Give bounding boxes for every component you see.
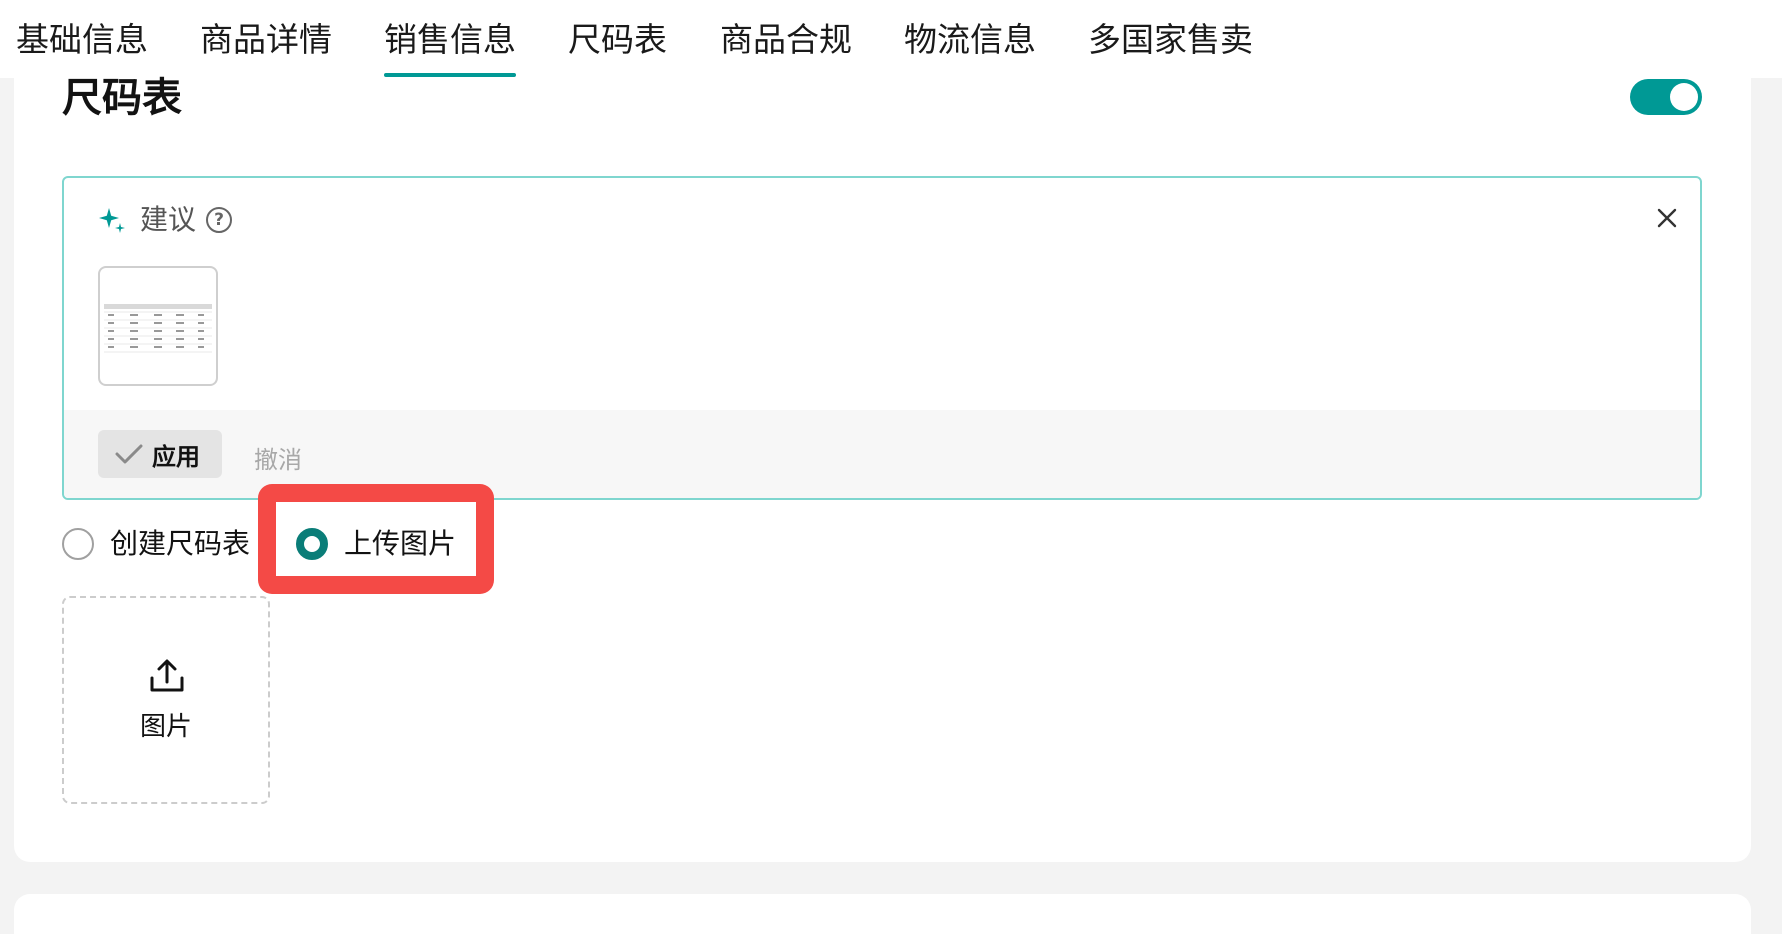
radio-dot: [62, 528, 94, 560]
cancel-button[interactable]: 撤消: [254, 440, 302, 475]
tab-size-chart[interactable]: 尺码表: [568, 18, 667, 62]
tab-bar: 基础信息 商品详情 销售信息 尺码表 商品合规 物流信息 多国家售卖: [0, 0, 1782, 78]
tab-compliance[interactable]: 商品合规: [720, 18, 852, 62]
size-chart-thumbnail[interactable]: [98, 266, 218, 386]
radio-label: 上传图片: [344, 527, 457, 560]
suggestion-footer: 应用 撤消: [64, 410, 1700, 498]
check-icon: [115, 444, 143, 464]
help-icon[interactable]: ?: [206, 207, 233, 233]
tab-logistics[interactable]: 物流信息: [904, 18, 1036, 62]
toggle-knob: [1670, 83, 1698, 111]
radio-dot: [296, 528, 328, 560]
radio-create-size-chart[interactable]: 创建尺码表: [62, 524, 250, 564]
radio-upload-image[interactable]: 上传图片: [296, 524, 456, 564]
suggestion-title: 建议: [140, 203, 197, 236]
section-title: 尺码表: [62, 75, 182, 121]
upload-label: 图片: [139, 712, 192, 742]
tab-multi-country[interactable]: 多国家售卖: [1088, 18, 1253, 62]
tab-product-details[interactable]: 商品详情: [200, 18, 332, 62]
tab-basic-info[interactable]: 基础信息: [16, 18, 148, 62]
size-chart-image-icon: [104, 304, 212, 353]
next-section-card: [14, 894, 1751, 934]
suggestion-panel: 建议 ? 应用 撤消: [62, 176, 1702, 500]
apply-label: 应用: [152, 442, 200, 471]
upload-icon: [150, 659, 184, 692]
size-chart-toggle[interactable]: [1630, 79, 1702, 115]
image-upload-area[interactable]: 图片: [62, 596, 270, 804]
tab-sales-info[interactable]: 销售信息: [384, 18, 516, 77]
size-chart-card: 尺码表 建议 ? 应用 撤消 创建尺码表 上传图片 图片: [14, 75, 1751, 862]
sparkle-icon: [99, 208, 125, 233]
radio-label: 创建尺码表: [110, 527, 251, 560]
apply-button[interactable]: 应用: [98, 430, 222, 478]
suggestion-header: 建议 ?: [98, 200, 233, 240]
close-icon[interactable]: [1655, 206, 1679, 230]
